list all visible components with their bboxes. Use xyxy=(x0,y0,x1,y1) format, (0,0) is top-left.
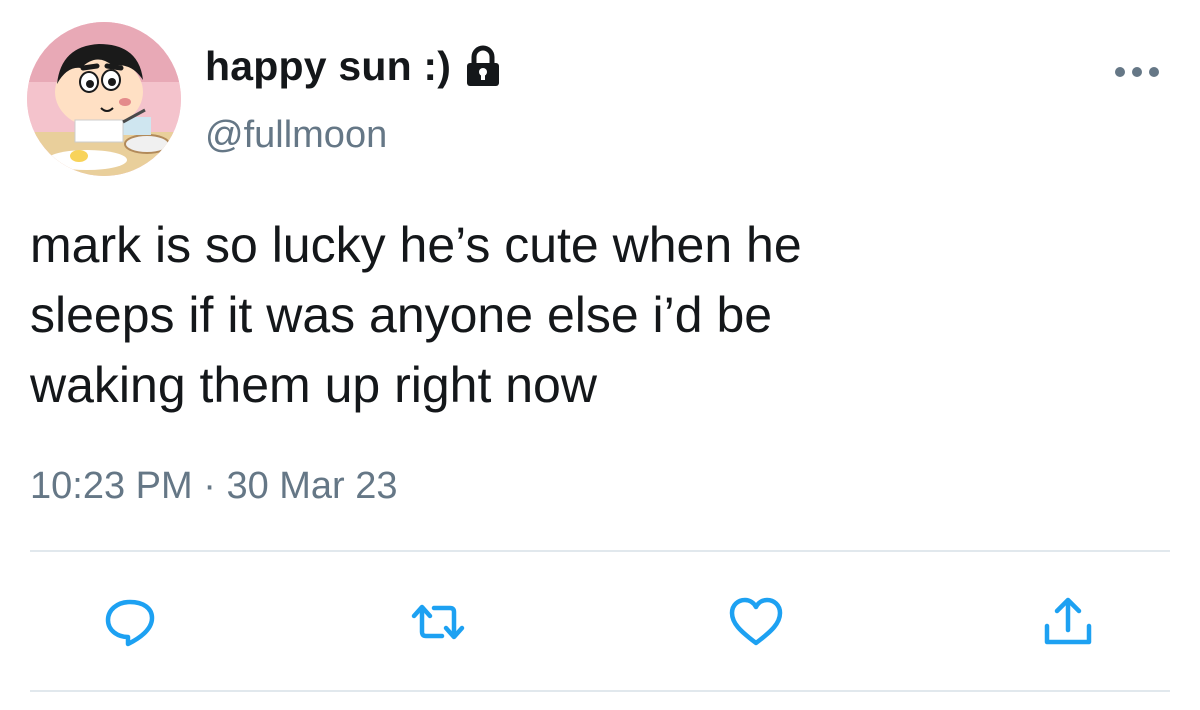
reply-icon xyxy=(105,599,155,647)
display-name[interactable]: happy sun :) xyxy=(205,43,451,90)
share-icon xyxy=(1044,597,1092,645)
name-row: happy sun :) xyxy=(205,38,503,94)
heart-icon xyxy=(729,597,783,646)
tweet-card: happy sun :) @fullmoon mark is so lucky … xyxy=(0,0,1200,710)
lock-icon xyxy=(463,44,503,88)
avatar-cartoon-image xyxy=(27,22,181,176)
tweet-timestamp: 10:23 PM · 30 Mar 23 xyxy=(30,465,398,508)
retweet-button[interactable] xyxy=(410,596,466,648)
like-button[interactable] xyxy=(728,596,784,648)
tweet-text: mark is so lucky he’s cute when he sleep… xyxy=(30,217,802,413)
user-handle[interactable]: @fullmoon xyxy=(205,114,387,157)
share-button[interactable] xyxy=(1040,596,1096,648)
more-dots-icon[interactable] xyxy=(1112,60,1162,84)
avatar[interactable] xyxy=(27,22,181,176)
tweet-date[interactable]: 30 Mar 23 xyxy=(226,465,397,507)
divider xyxy=(30,690,1170,692)
reply-button[interactable] xyxy=(102,596,158,648)
meta-separator: · xyxy=(203,465,216,507)
retweet-icon xyxy=(411,604,465,640)
tweet-time[interactable]: 10:23 PM xyxy=(30,465,193,507)
divider xyxy=(30,550,1170,552)
